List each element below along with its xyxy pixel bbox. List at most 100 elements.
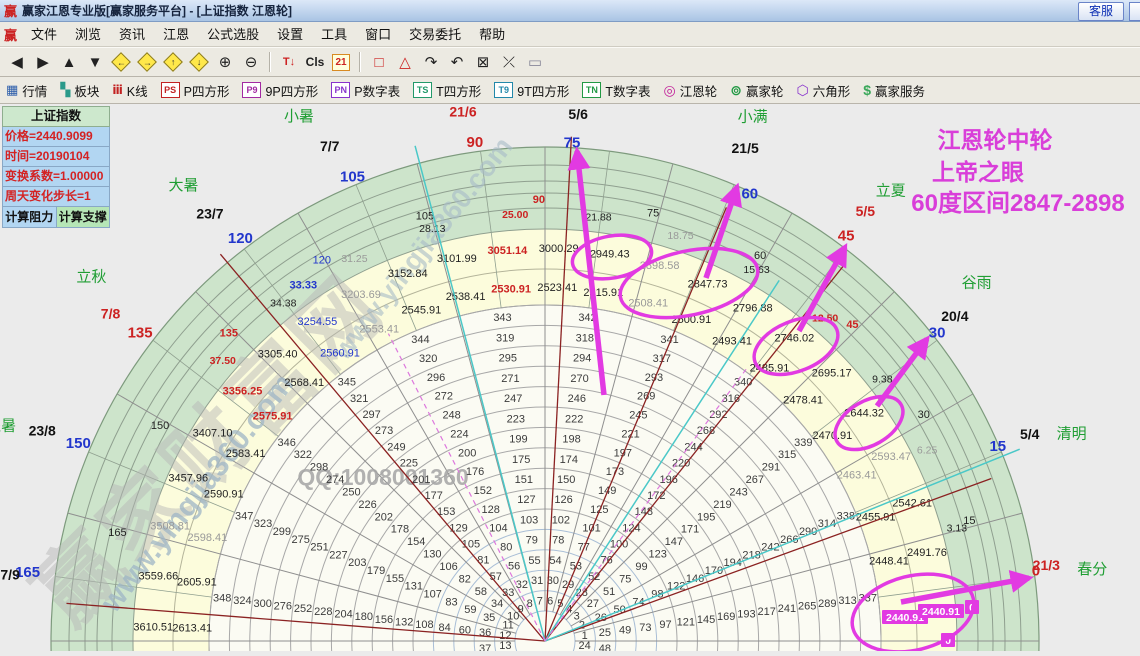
t-updown-button[interactable]: T↓ — [276, 50, 302, 74]
menu-交易委托[interactable]: 交易委托 — [400, 22, 470, 47]
up-button[interactable]: ▲ — [56, 50, 82, 74]
svg-text:150: 150 — [66, 435, 91, 452]
svg-text:201: 201 — [412, 474, 430, 486]
svg-text:处暑: 处暑 — [0, 418, 16, 435]
tool-kline[interactable]: ⅲ K线 — [112, 79, 147, 101]
svg-text:298: 298 — [310, 462, 328, 474]
calc-resistance-button[interactable]: 计算阻力 — [2, 207, 57, 228]
menu-文件[interactable]: 文件 — [22, 22, 66, 47]
menu-浏览[interactable]: 浏览 — [66, 22, 110, 47]
zoom-in-button[interactable]: ⊕ — [212, 50, 238, 74]
eraser-button[interactable]: ▭ — [522, 50, 548, 74]
toolbar-separator — [359, 52, 361, 72]
menu-工具[interactable]: 工具 — [312, 22, 356, 47]
tool-bankuai[interactable]: ▚ 板块 — [60, 79, 99, 101]
svg-text:195: 195 — [697, 511, 715, 523]
diamond-right-icon: → — [137, 52, 157, 72]
calendar-icon: 21 — [332, 53, 350, 71]
svg-text:2470.91: 2470.91 — [812, 430, 852, 442]
svg-text:245: 245 — [629, 410, 647, 422]
svg-text:199: 199 — [509, 434, 527, 446]
svg-text:2515.91: 2515.91 — [583, 287, 623, 299]
tool-9t-sifangxing[interactable]: T9 9T四方形 — [494, 79, 569, 101]
toolbar-views: ▦ 行情 ▚ 板块 ⅲ K线 PS P四方形 P9 9P四方形 PN P数字表 TS T四方形 T9 9T四方… — [0, 77, 1140, 104]
svg-text:上帝之眼: 上帝之眼 — [932, 159, 1024, 185]
tool-t-sifangxing[interactable]: TS T四方形 — [413, 79, 481, 101]
svg-text:251: 251 — [310, 542, 328, 554]
svg-text:84: 84 — [439, 622, 451, 634]
tool-liujiaoxing[interactable]: ⬡ 六角形 — [796, 79, 850, 101]
svg-text:56: 56 — [508, 560, 520, 572]
svg-text:318: 318 — [576, 332, 594, 344]
svg-text:197: 197 — [614, 447, 632, 459]
cls-button[interactable]: Cls — [302, 50, 328, 74]
back-icon: ◀ — [11, 54, 23, 71]
svg-text:241: 241 — [778, 603, 796, 615]
diamond-left-button[interactable]: ← — [108, 50, 134, 74]
menu-公式选股[interactable]: 公式选股 — [198, 22, 268, 47]
menu-资讯[interactable]: 资讯 — [110, 22, 154, 47]
svg-text:34.38: 34.38 — [270, 298, 296, 310]
crosshair-button[interactable]: ⤫ — [496, 50, 522, 74]
gann-wheel-chart[interactable]: 赢家财富网 www.yingjia360.com www.yingjia360.co… — [0, 103, 1140, 656]
svg-text:37: 37 — [479, 643, 491, 651]
square-tool-button[interactable]: □ — [366, 50, 392, 74]
box-select-icon: ⊠ — [476, 54, 490, 71]
svg-text:320: 320 — [419, 353, 437, 365]
rotate-cw-button[interactable]: ↷ — [418, 50, 444, 74]
tool-hangqing[interactable]: ▦ 行情 — [6, 79, 47, 101]
tool-jiangenlun[interactable]: ◎ 江恩轮 — [664, 79, 718, 101]
svg-text:2523.41: 2523.41 — [537, 282, 577, 294]
svg-text:49: 49 — [619, 624, 631, 636]
triangle-tool-button[interactable]: △ — [392, 50, 418, 74]
down-button[interactable]: ▼ — [82, 50, 108, 74]
menu-窗口[interactable]: 窗口 — [356, 22, 400, 47]
calc-support-button[interactable]: 计算支撑 — [56, 207, 110, 228]
rotate-ccw-button[interactable]: ↶ — [444, 50, 470, 74]
svg-text:2560.91: 2560.91 — [320, 348, 360, 360]
menu-设置[interactable]: 设置 — [268, 22, 312, 47]
forward-button[interactable]: ▶ — [30, 50, 56, 74]
svg-text:21/5: 21/5 — [732, 140, 759, 156]
svg-text:203: 203 — [348, 557, 366, 569]
partial-button[interactable] — [1129, 2, 1140, 21]
tool-9p-sifangxing[interactable]: P9 9P四方形 — [242, 79, 318, 101]
svg-text:2598.41: 2598.41 — [188, 532, 228, 544]
svg-text:107: 107 — [423, 588, 441, 600]
svg-text:春分: 春分 — [1077, 561, 1107, 578]
tool-label-t-shuzibiao: T数字表 — [605, 84, 651, 99]
menu-帮助[interactable]: 帮助 — [470, 22, 514, 47]
menu-江恩[interactable]: 江恩 — [154, 22, 198, 47]
diamond-right-button[interactable]: → — [134, 50, 160, 74]
tool-yingjiafuwu[interactable]: $ 赢家服务 — [863, 79, 925, 101]
gann-wheel-svg: 赢家财富网www.yingjia360.comwww.yingjia360.co… — [0, 103, 1140, 656]
svg-text:132: 132 — [395, 616, 413, 628]
svg-text:21/6: 21/6 — [449, 104, 476, 119]
tool-yingjialun[interactable]: ⊚ 赢家轮 — [730, 79, 783, 101]
svg-text:90: 90 — [467, 134, 484, 151]
svg-text:5/4: 5/4 — [1020, 426, 1040, 442]
diamond-up-button[interactable]: ↑ — [160, 50, 186, 74]
svg-text:2493.41: 2493.41 — [712, 336, 752, 348]
svg-text:249: 249 — [387, 441, 405, 453]
zoom-out-button[interactable]: ⊖ — [238, 50, 264, 74]
svg-text:222: 222 — [565, 413, 583, 425]
customer-service-button[interactable]: 客服 — [1077, 2, 1124, 21]
svg-text:立夏: 立夏 — [876, 182, 906, 199]
svg-text:76: 76 — [600, 555, 612, 567]
9t-sifangxing-icon: T9 — [494, 82, 514, 98]
diamond-down-button[interactable]: ↓ — [186, 50, 212, 74]
forward-icon: ▶ — [37, 54, 49, 71]
yingjialun-icon: ⊚ — [730, 81, 742, 98]
svg-text:48: 48 — [599, 643, 611, 651]
svg-text:344: 344 — [411, 334, 429, 346]
svg-text:178: 178 — [391, 524, 409, 536]
svg-text:135: 135 — [128, 325, 153, 342]
back-button[interactable]: ◀ — [4, 50, 30, 74]
tool-label-yingjialun: 赢家轮 — [745, 84, 784, 99]
tool-p-shuzibiao[interactable]: PN P数字表 — [331, 79, 400, 101]
tool-p-sifangxing[interactable]: PS P四方形 — [160, 79, 229, 101]
calendar-button[interactable]: 21 — [328, 50, 354, 74]
tool-t-shuzibiao[interactable]: TN T数字表 — [582, 79, 651, 101]
box-select-button[interactable]: ⊠ — [470, 50, 496, 74]
